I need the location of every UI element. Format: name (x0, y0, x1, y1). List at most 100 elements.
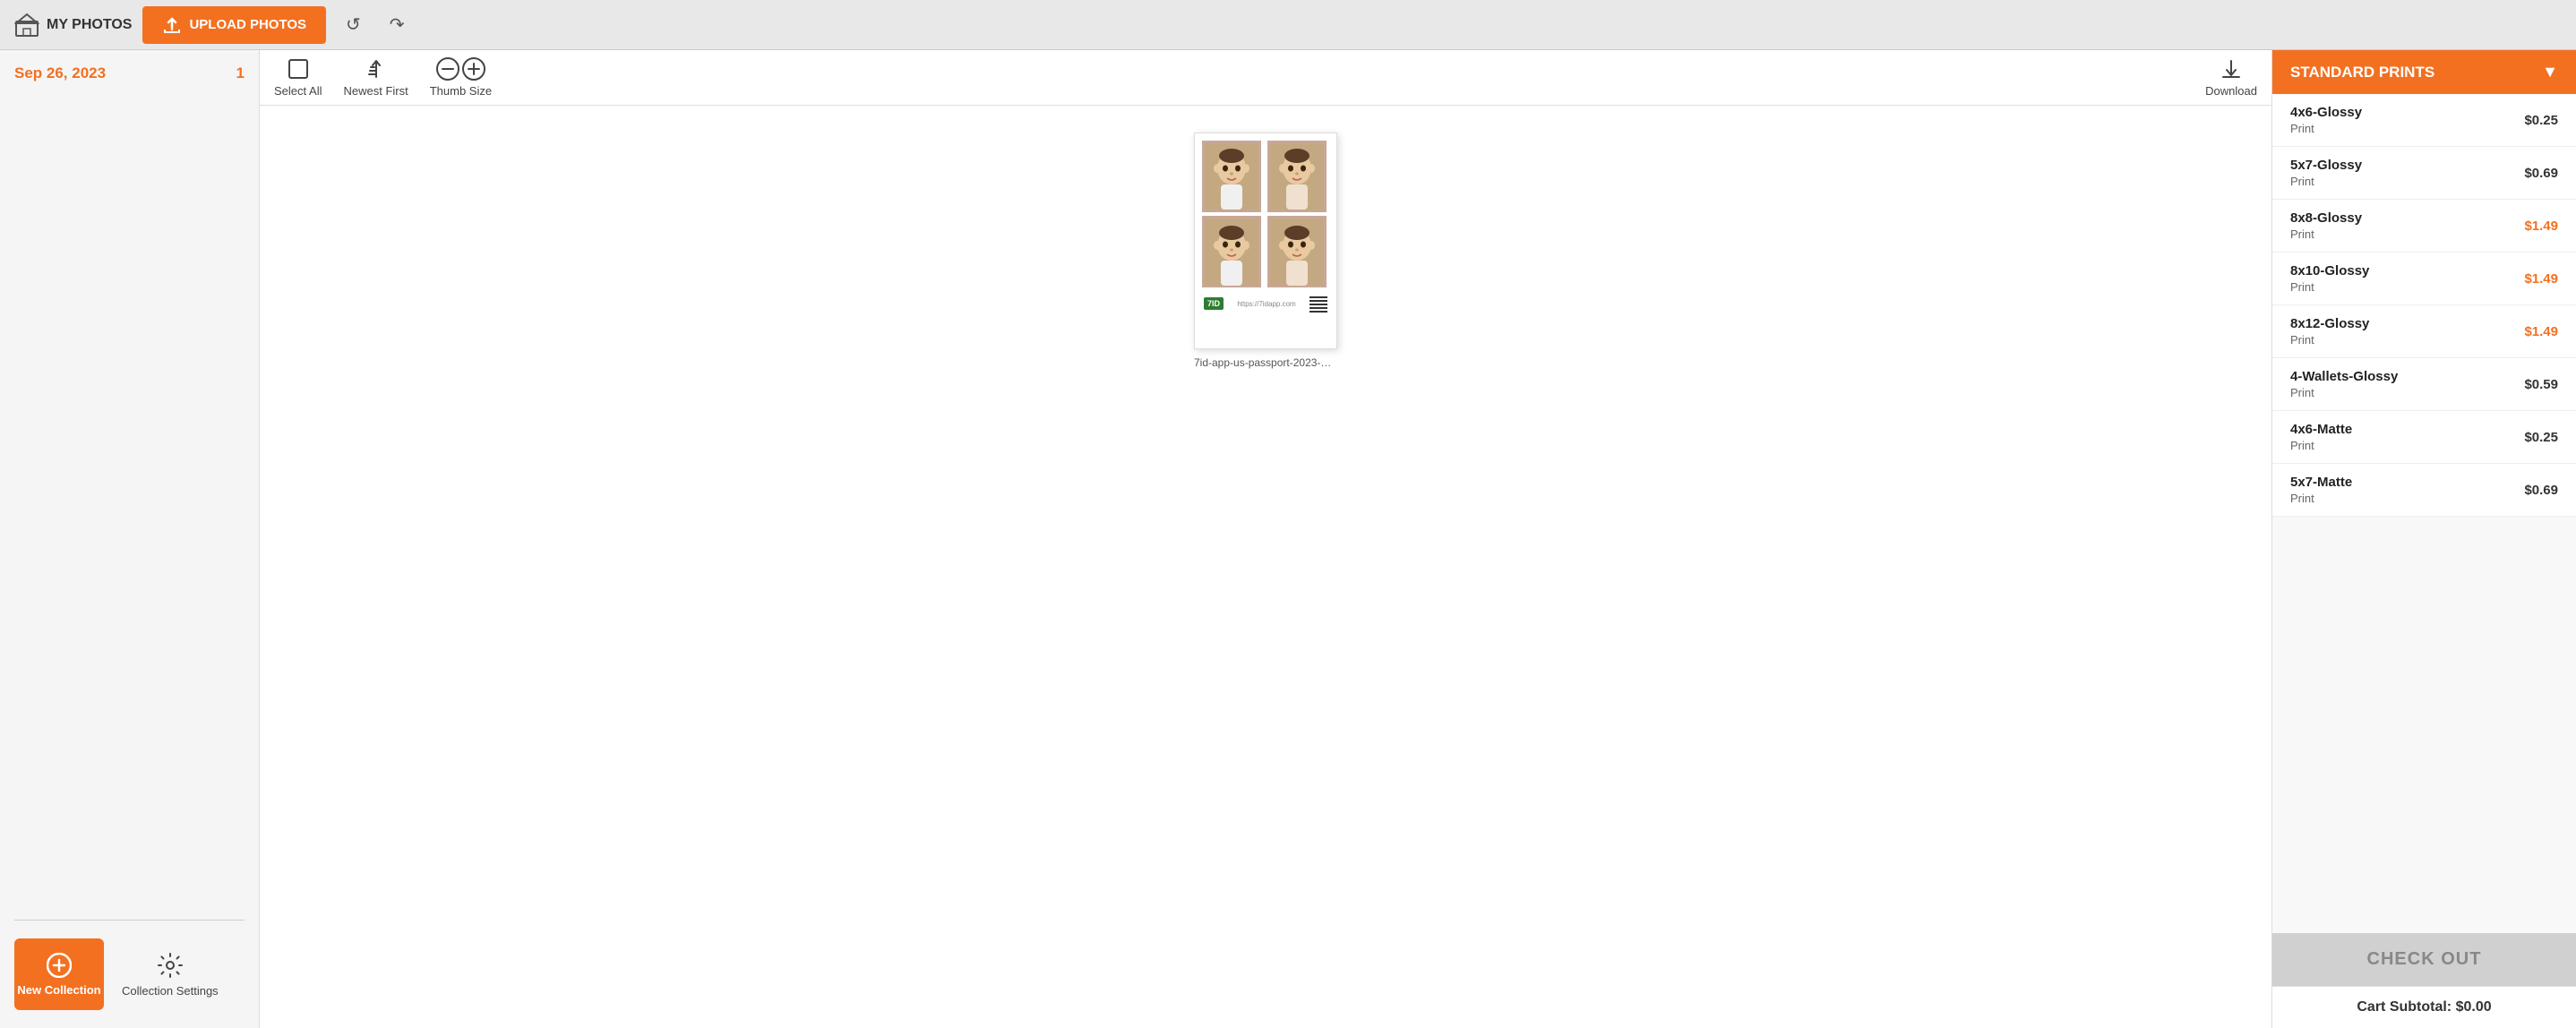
print-name: 4x6-Glossy (2290, 105, 2362, 120)
share-icon: ↷ (390, 15, 405, 35)
my-photos-label: MY PHOTOS (47, 17, 132, 33)
print-type: Print (2290, 492, 2352, 505)
print-item[interactable]: 4-Wallets-Glossy Print $0.59 (2272, 358, 2576, 411)
date-label: Sep 26, 2023 (14, 64, 106, 82)
baby-photo-3 (1205, 218, 1258, 286)
newest-first-label: Newest First (343, 84, 408, 98)
cart-subtotal: Cart Subtotal: $0.00 (2272, 986, 2576, 1028)
print-name: 8x12-Glossy (2290, 316, 2369, 331)
photo-count: 1 (236, 64, 245, 82)
print-type: Print (2290, 386, 2398, 399)
print-name: 5x7-Matte (2290, 475, 2352, 490)
photo-thumbnail: 7ID https://7idapp.com (1194, 133, 1337, 349)
main-layout: Sep 26, 2023 1 New Collection Collection… (0, 50, 2576, 1028)
checkout-button[interactable]: CHECK OUT (2272, 933, 2576, 986)
toolbar-right: Download (2205, 57, 2257, 98)
print-item[interactable]: 4x6-Matte Print $0.25 (2272, 411, 2576, 464)
select-all-label: Select All (274, 84, 322, 98)
photo-grid: 7ID https://7idapp.com 7id-app-us-passpo… (260, 106, 2271, 1028)
upload-photos-button[interactable]: UPLOAD PHOTOS (142, 6, 326, 44)
print-info: 5x7-Matte Print (2290, 475, 2352, 505)
refresh-icon: ↺ (346, 15, 361, 35)
print-info: 8x8-Glossy Print (2290, 210, 2362, 241)
photo-footer: 7ID https://7idapp.com (1202, 295, 1329, 313)
photo-cell-1 (1202, 141, 1261, 212)
print-info: 4x6-Matte Print (2290, 422, 2352, 452)
print-type: Print (2290, 333, 2369, 347)
date-row: Sep 26, 2023 1 (14, 64, 245, 82)
print-type: Print (2290, 280, 2369, 294)
minus-icon (436, 57, 459, 81)
prints-list: 4x6-Glossy Print $0.25 5x7-Glossy Print … (2272, 94, 2576, 933)
collection-settings-button[interactable]: Collection Settings (122, 952, 219, 998)
select-all-button[interactable]: Select All (274, 57, 322, 98)
print-item[interactable]: 4x6-Glossy Print $0.25 (2272, 94, 2576, 147)
photo-grid-inner (1202, 141, 1329, 287)
photo-cell-3 (1202, 216, 1261, 287)
collection-settings-label: Collection Settings (122, 984, 219, 998)
right-panel: STANDARD PRINTS ▼ 4x6-Glossy Print $0.25… (2271, 50, 2576, 1028)
print-price: $0.69 (2524, 483, 2558, 498)
print-info: 8x12-Glossy Print (2290, 316, 2369, 347)
plus-circle-icon (47, 953, 72, 978)
center-content: Select All Newest First (260, 50, 2271, 1028)
print-price: $0.59 (2524, 377, 2558, 392)
print-price: $0.25 (2524, 113, 2558, 128)
print-info: 4x6-Glossy Print (2290, 105, 2362, 135)
sidebar-bottom: New Collection Collection Settings (14, 921, 245, 1028)
print-name: 5x7-Glossy (2290, 158, 2362, 173)
print-type: Print (2290, 439, 2352, 452)
print-price: $0.69 (2524, 166, 2558, 181)
standard-prints-button[interactable]: STANDARD PRINTS ▼ (2272, 50, 2576, 94)
print-name: 8x10-Glossy (2290, 263, 2369, 278)
gear-icon (157, 952, 184, 979)
print-item[interactable]: 5x7-Matte Print $0.69 (2272, 464, 2576, 517)
home-icon (14, 13, 39, 38)
new-collection-label: New Collection (17, 983, 100, 997)
print-item[interactable]: 8x12-Glossy Print $1.49 (2272, 305, 2576, 358)
thumb-size-button[interactable]: Thumb Size (430, 57, 492, 98)
checkbox-icon (287, 57, 310, 81)
print-name: 4-Wallets-Glossy (2290, 369, 2398, 384)
print-price: $1.49 (2524, 271, 2558, 287)
download-label: Download (2205, 84, 2257, 98)
upload-icon (162, 15, 182, 35)
print-type: Print (2290, 227, 2362, 241)
baby-photo-1 (1205, 143, 1258, 210)
print-type: Print (2290, 175, 2362, 188)
print-item[interactable]: 5x7-Glossy Print $0.69 (2272, 147, 2576, 200)
chevron-down-icon: ▼ (2542, 63, 2558, 81)
photo-logo: 7ID (1204, 297, 1224, 310)
photo-url: https://7idapp.com (1224, 300, 1309, 308)
download-icon (2220, 57, 2243, 81)
print-price: $0.25 (2524, 430, 2558, 445)
thumb-size-label: Thumb Size (430, 84, 492, 98)
print-name: 4x6-Matte (2290, 422, 2352, 437)
print-price: $1.49 (2524, 218, 2558, 234)
my-photos-button[interactable]: MY PHOTOS (14, 13, 132, 38)
print-price: $1.49 (2524, 324, 2558, 339)
checkout-label: CHECK OUT (2367, 949, 2482, 969)
download-button[interactable]: Download (2205, 57, 2257, 98)
plus-icon (462, 57, 485, 81)
new-collection-button[interactable]: New Collection (14, 938, 104, 1010)
qr-code (1309, 295, 1327, 313)
print-item[interactable]: 8x10-Glossy Print $1.49 (2272, 253, 2576, 305)
print-type: Print (2290, 122, 2362, 135)
toolbar: Select All Newest First (260, 50, 2271, 106)
standard-prints-label: STANDARD PRINTS (2290, 64, 2434, 81)
share-button[interactable]: ↷ (381, 8, 414, 41)
top-bar: MY PHOTOS UPLOAD PHOTOS ↺ ↷ (0, 0, 2576, 50)
photo-item[interactable]: 7ID https://7idapp.com 7id-app-us-passpo… (1194, 133, 1337, 369)
print-info: 5x7-Glossy Print (2290, 158, 2362, 188)
refresh-button[interactable]: ↺ (337, 8, 370, 41)
photo-cell-2 (1267, 141, 1327, 212)
left-sidebar: Sep 26, 2023 1 New Collection Collection… (0, 50, 260, 1028)
photo-filename: 7id-app-us-passport-2023-09... (1194, 356, 1337, 369)
baby-photo-4 (1270, 218, 1324, 286)
newest-first-button[interactable]: Newest First (343, 57, 408, 98)
print-item[interactable]: 8x8-Glossy Print $1.49 (2272, 200, 2576, 253)
upload-label: UPLOAD PHOTOS (189, 17, 306, 32)
photo-cell-4 (1267, 216, 1327, 287)
print-name: 8x8-Glossy (2290, 210, 2362, 226)
